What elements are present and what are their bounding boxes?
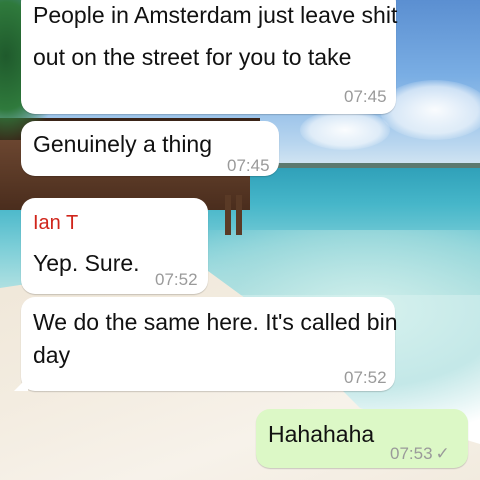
message-bubble-incoming[interactable]: Ian T Yep. Sure. 07:52 — [21, 198, 208, 294]
message-timestamp: 07:45 — [227, 156, 270, 175]
message-bubble-incoming[interactable]: We do the same here. It's called bin day… — [14, 297, 398, 391]
message-timestamp-value: 07:53 — [390, 444, 433, 463]
message-timestamp: 07:52 — [344, 368, 387, 387]
message-bubble-outgoing[interactable]: Hahahaha 07:53 ✓ — [256, 409, 468, 468]
message-timestamp: 07:52 — [155, 270, 198, 289]
message-text: Yep. Sure. — [33, 250, 140, 276]
message-timestamp: 07:53 ✓ — [390, 437, 450, 471]
message-text: People in Amsterdam just leave shit — [33, 2, 398, 28]
message-text: out on the street for you to take — [33, 44, 352, 70]
message-text: day — [33, 342, 71, 368]
message-bubble-incoming[interactable]: People in Amsterdam just leave shit out … — [21, 0, 398, 114]
message-text: Genuinely a thing — [33, 131, 213, 157]
message-text: We do the same here. It's called bin — [33, 309, 398, 335]
wallpaper-horizon — [270, 163, 480, 168]
wallpaper-cloud — [300, 110, 390, 150]
message-bubble-incoming[interactable]: Genuinely a thing 07:45 — [21, 121, 279, 176]
message-timestamp: 07:45 — [344, 87, 387, 106]
message-text: Hahahaha — [268, 421, 375, 447]
wallpaper-post — [236, 195, 242, 235]
wallpaper-post — [225, 195, 231, 235]
sender-name[interactable]: Ian T — [33, 206, 78, 240]
check-icon: ✓ — [435, 444, 450, 463]
